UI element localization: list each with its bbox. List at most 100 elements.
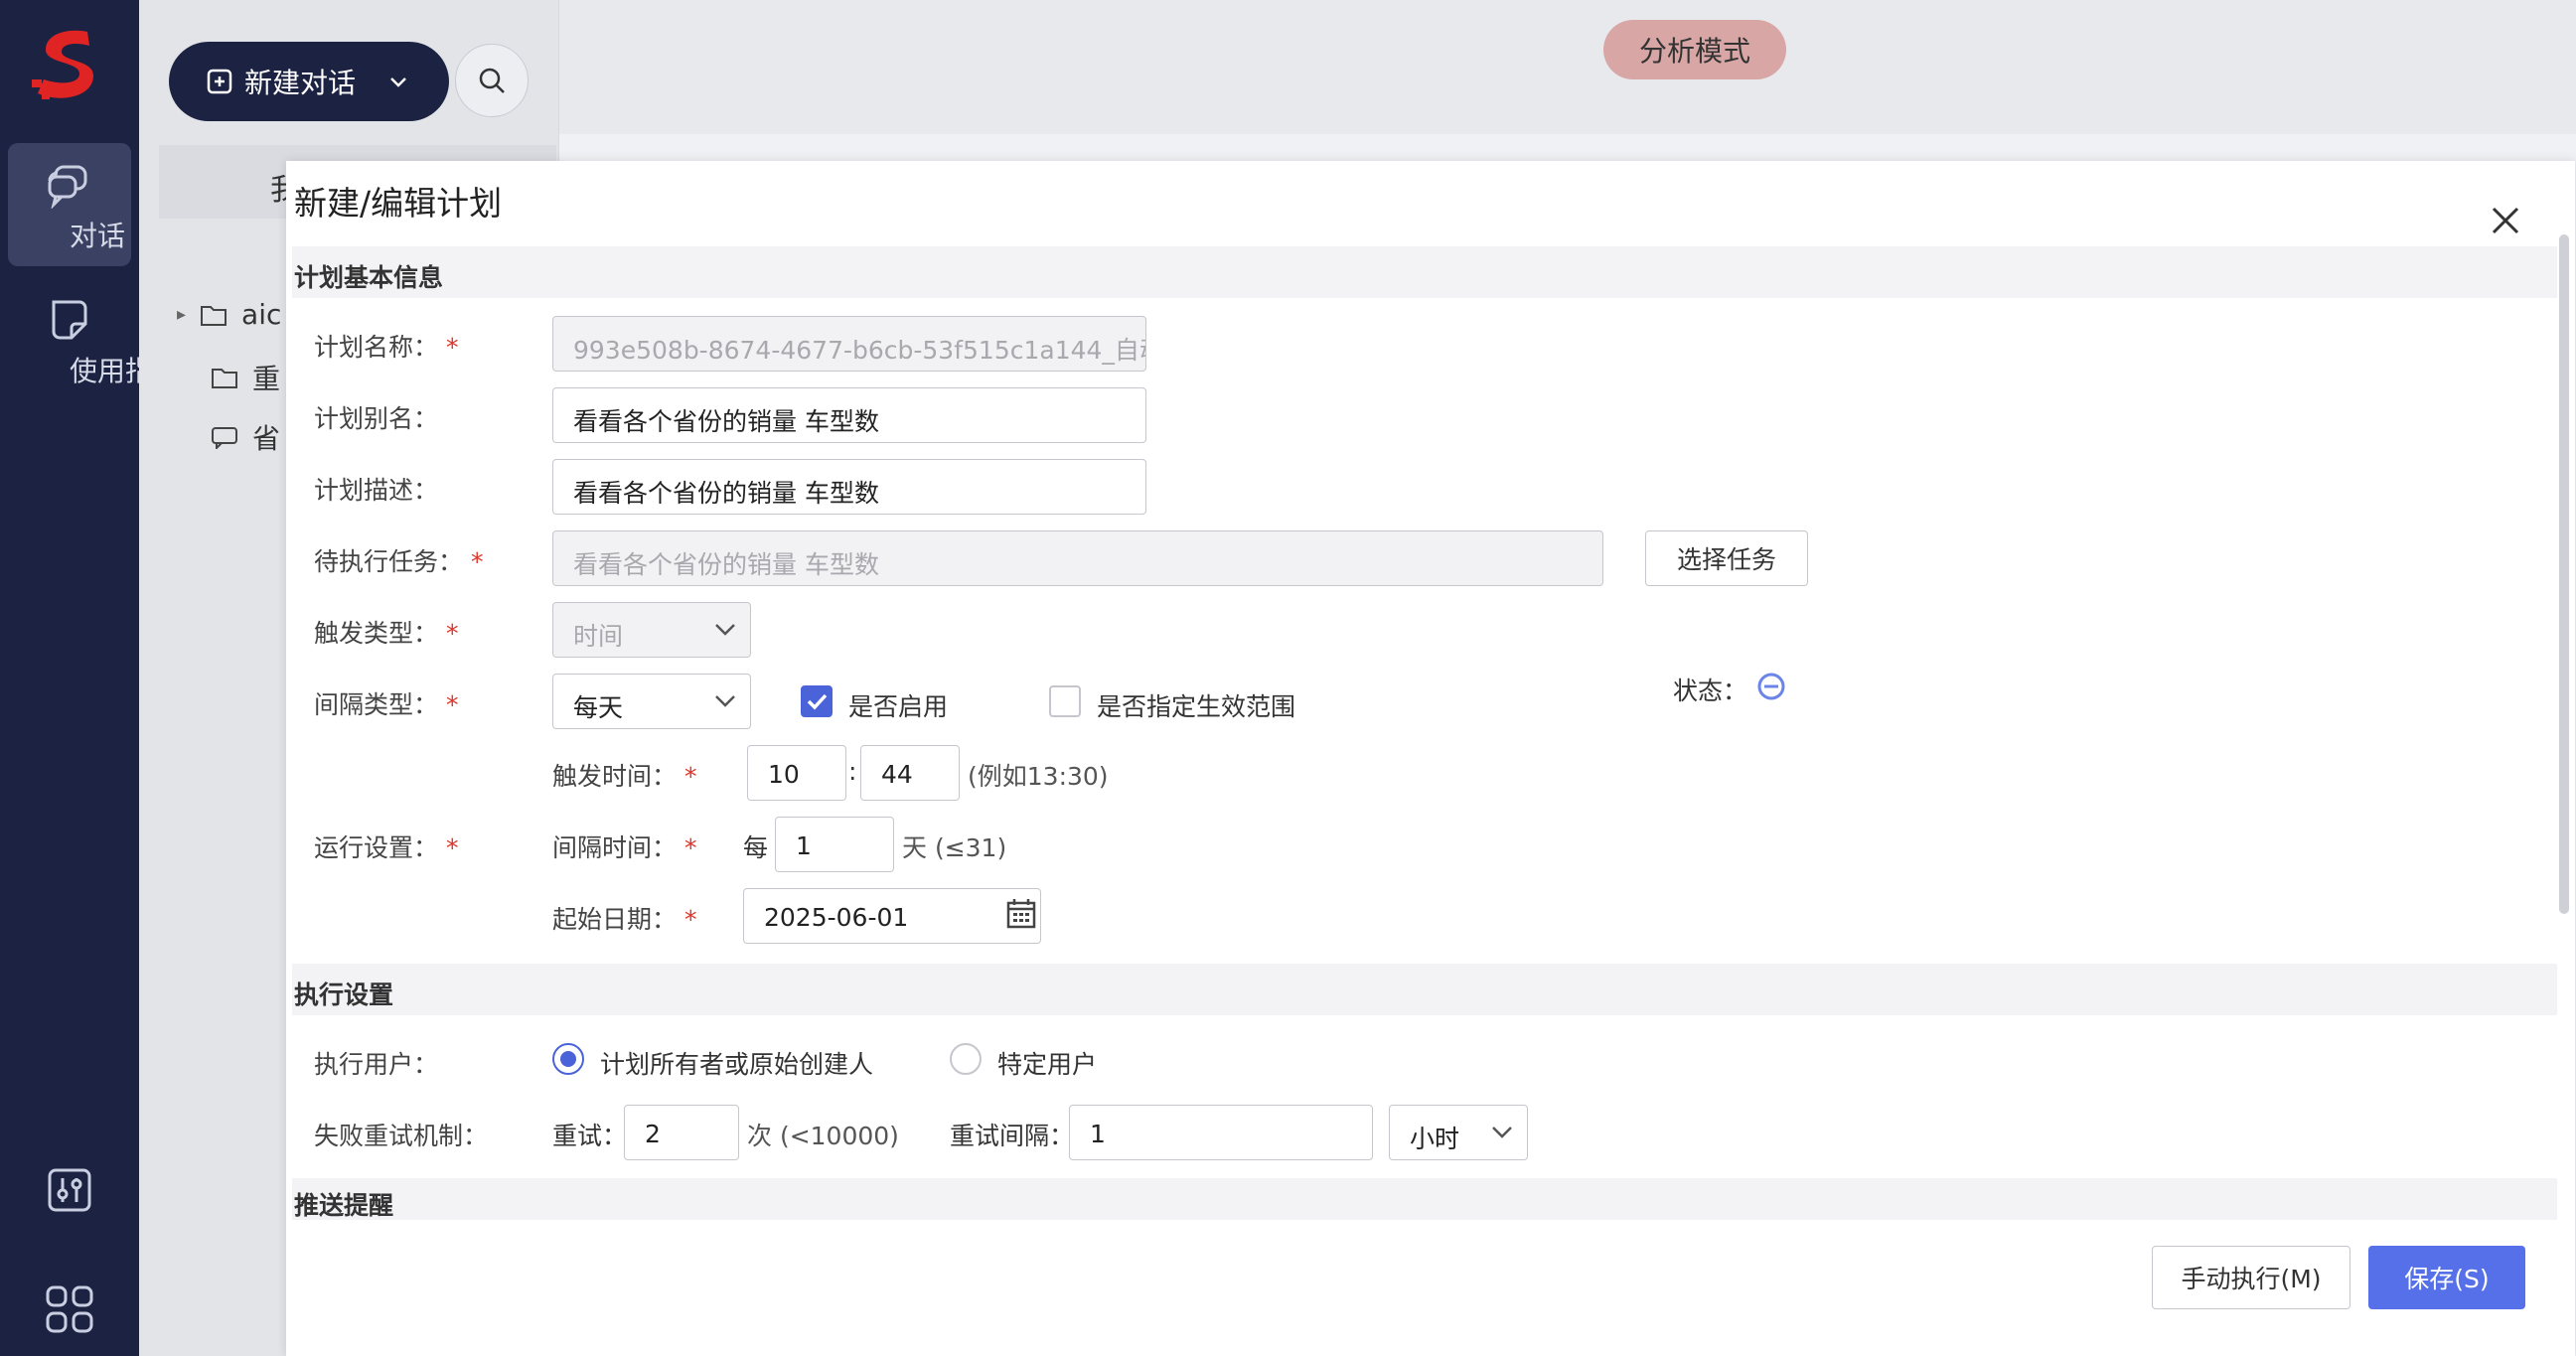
retry-mechanism-label: 失败重试机制： — [314, 1122, 489, 1150]
new-chat-label: 新建对话 — [243, 67, 356, 99]
start-date-input[interactable]: 2025-06-01 — [743, 888, 1041, 944]
exec-user-owner-radio[interactable] — [552, 1043, 584, 1075]
apps-grid-icon[interactable] — [44, 1283, 95, 1335]
pending-task-label: 待执行任务： * — [314, 542, 484, 578]
required-mark: * — [684, 833, 697, 862]
plan-alias-label: 计划别名： — [314, 404, 439, 433]
range-label: 是否指定生效范围 — [1097, 692, 1296, 721]
retry-count-unit: 次 (<10000) — [747, 1122, 899, 1150]
checkmark-icon — [807, 693, 828, 710]
rail-item-chat-label: 对话 — [70, 220, 126, 252]
tree-item[interactable]: 重 — [211, 358, 280, 397]
interval-unit: 天 (≤31) — [902, 833, 1007, 862]
trigger-time-label: 触发时间： * — [552, 757, 697, 793]
plan-alias-field[interactable]: 看看各个省份的销量 车型数 — [552, 387, 1146, 443]
retry-interval-input[interactable]: 1 — [1069, 1105, 1373, 1160]
plan-name-field[interactable]: 993e508b-8674-4677-b6cb-53f515c1a144_自动 — [552, 316, 1146, 372]
trigger-type-label: 触发类型： * — [314, 614, 459, 650]
chevron-down-icon — [1492, 1127, 1512, 1138]
app-logo-icon — [32, 30, 93, 99]
dialog-scrollbar[interactable] — [2559, 234, 2569, 914]
pending-task-field[interactable]: 看看各个省份的销量 车型数 — [552, 530, 1603, 586]
start-date-value: 2025-06-01 — [764, 903, 909, 932]
enabled-label: 是否启用 — [848, 692, 949, 721]
tree-item[interactable]: ▸ aic — [177, 298, 281, 331]
interval-time-label-text: 间隔时间： — [552, 833, 678, 862]
section-basic-info: 计划基本信息 — [292, 246, 2557, 298]
interval-type-select[interactable]: 每天 — [552, 674, 751, 729]
main-top-area — [559, 0, 2576, 134]
comment-icon — [212, 427, 237, 449]
rail-item-chat[interactable]: 对话 — [8, 143, 131, 266]
interval-days-input[interactable]: 1 — [775, 817, 894, 872]
tree-item[interactable]: 省 — [211, 417, 280, 457]
start-date-label: 起始日期： * — [552, 900, 697, 936]
start-date-label-text: 起始日期： — [552, 905, 678, 934]
plan-desc-field[interactable]: 看看各个省份的销量 车型数 — [552, 459, 1146, 515]
range-checkbox[interactable] — [1049, 685, 1081, 717]
required-mark: * — [446, 333, 459, 362]
chevron-down-icon — [390, 77, 406, 87]
plus-square-icon — [207, 69, 232, 94]
select-task-button[interactable]: 选择任务 — [1645, 530, 1808, 586]
plan-desc-label: 计划描述： — [314, 476, 439, 505]
folder-icon — [201, 305, 227, 326]
calendar-icon[interactable] — [1004, 897, 1038, 931]
manual-run-button[interactable]: 手动执行(M) — [2152, 1246, 2350, 1309]
chat-icon — [48, 165, 87, 209]
required-mark: * — [471, 547, 484, 576]
minute-input[interactable]: 44 — [860, 745, 960, 801]
save-button[interactable]: 保存(S) — [2368, 1246, 2525, 1309]
status-label: 状态： — [1673, 677, 1748, 705]
caret-right-icon: ▸ — [177, 304, 187, 325]
chevron-down-icon — [715, 695, 735, 707]
run-settings-label: 运行设置： * — [314, 829, 459, 864]
analysis-mode-toggle[interactable]: 分析模式 — [1603, 20, 1786, 79]
search-button[interactable] — [455, 44, 529, 117]
hour-input[interactable]: 10 — [747, 745, 846, 801]
tree-item-label: 省 — [252, 422, 281, 455]
plan-name-label: 计划名称： * — [314, 328, 459, 364]
tree-item-label: aic — [241, 298, 282, 331]
close-icon[interactable] — [2488, 203, 2523, 238]
required-mark: * — [446, 619, 459, 648]
retry-unit-select[interactable]: 小时 — [1389, 1105, 1528, 1160]
exec-user-owner-label: 计划所有者或原始创建人 — [600, 1050, 874, 1079]
required-mark: * — [684, 905, 697, 934]
trigger-time-label-text: 触发时间： — [552, 762, 678, 791]
search-icon — [479, 68, 505, 93]
analysis-mode-label: 分析模式 — [1638, 35, 1750, 68]
time-colon: : — [848, 757, 857, 786]
plan-name-label-text: 计划名称： — [314, 333, 439, 362]
status-minus-circle-icon[interactable] — [1756, 672, 1786, 701]
time-hint: (例如13:30) — [968, 762, 1109, 791]
trigger-type-label-text: 触发类型： — [314, 619, 439, 648]
interval-type-label: 间隔类型： * — [314, 685, 459, 721]
trigger-type-value: 时间 — [573, 622, 624, 651]
dialog-title: 新建/编辑计划 — [294, 184, 503, 223]
exec-user-specific-radio[interactable] — [950, 1043, 982, 1075]
exec-user-specific-label: 特定用户 — [997, 1050, 1098, 1079]
required-mark: * — [446, 833, 459, 862]
section-push-reminder: 推送提醒 — [292, 1178, 2557, 1220]
retry-interval-label: 重试间隔： — [950, 1122, 1075, 1150]
retry-count-input[interactable]: 2 — [624, 1105, 739, 1160]
guide-icon — [52, 300, 87, 340]
tree-item-label: 重 — [252, 363, 281, 395]
settings-sliders-icon[interactable] — [44, 1164, 95, 1216]
plan-edit-dialog: 新建/编辑计划 计划基本信息 计划名称： * 993e508b-8674-4677… — [286, 161, 2575, 1356]
chevron-down-icon — [715, 624, 735, 636]
enabled-checkbox[interactable] — [801, 685, 833, 717]
folder-icon — [212, 369, 237, 388]
new-chat-button[interactable]: 新建对话 — [169, 42, 449, 121]
every-label: 每 — [743, 833, 769, 862]
retry-unit-value: 小时 — [1410, 1125, 1460, 1153]
rail-item-guide[interactable]: 使用指南 — [8, 278, 181, 401]
trigger-type-select[interactable]: 时间 — [552, 602, 751, 658]
required-mark: * — [684, 762, 697, 791]
retry-label: 重试： — [552, 1122, 628, 1150]
interval-type-label-text: 间隔类型： — [314, 690, 439, 719]
exec-user-label: 执行用户： — [314, 1050, 439, 1079]
section-exec-settings: 执行设置 — [292, 964, 2557, 1015]
left-rail: 对话 使用指南 — [0, 0, 181, 1356]
